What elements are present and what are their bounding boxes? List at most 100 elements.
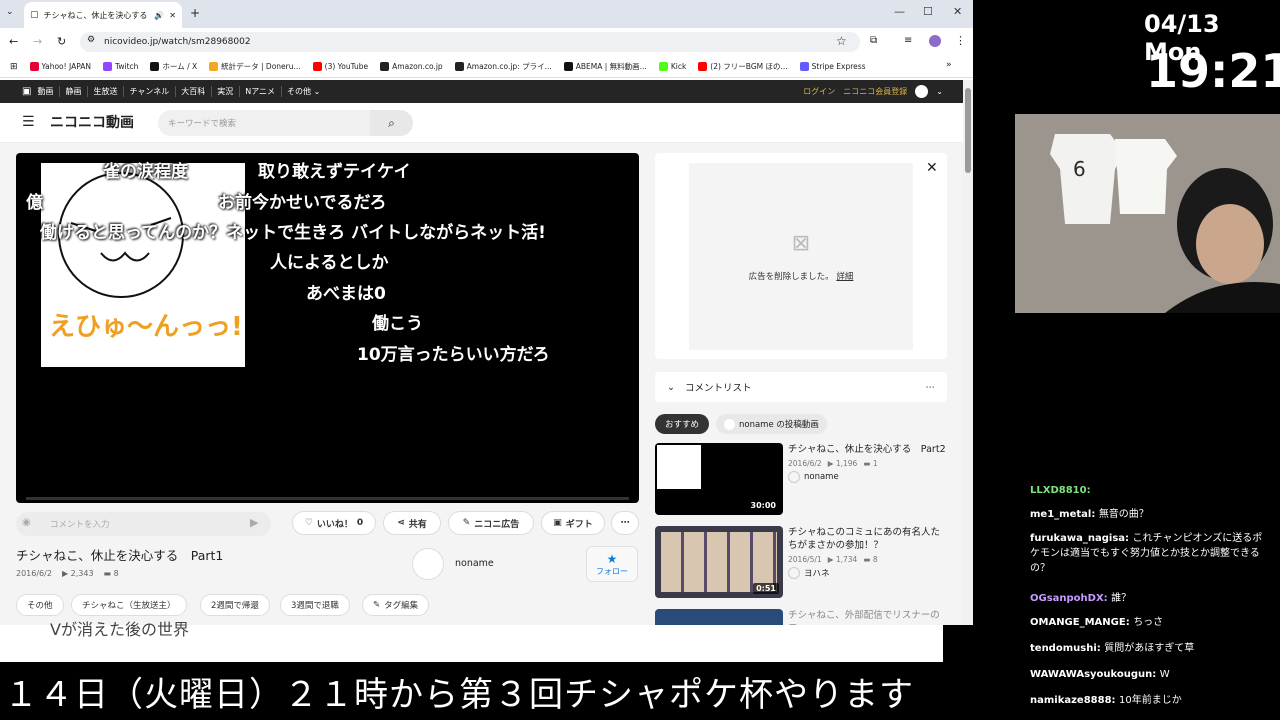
- send-comment-icon[interactable]: ▶: [250, 516, 258, 529]
- chat-text: 誰？: [1111, 593, 1132, 604]
- bookmarks-bar: ⊞ Yahoo! JAPAN Twitch ホーム / X 統計データ | Doner…: [0, 56, 973, 78]
- seek-bar[interactable]: [26, 497, 629, 500]
- chat-username[interactable]: OMANGE_MANGE:: [1030, 617, 1133, 628]
- more-icon[interactable]: ⋯: [926, 382, 948, 393]
- like-label: いいね！: [316, 519, 353, 530]
- ad-detail-link[interactable]: 詳細: [836, 272, 853, 282]
- tag[interactable]: チシャねこ（生放送主）: [71, 594, 187, 616]
- gift-button[interactable]: ▣ ギフト: [541, 511, 605, 535]
- related-thumbnail[interactable]: [655, 609, 783, 625]
- chat-username[interactable]: tendomushi:: [1030, 643, 1104, 654]
- bookmark-item[interactable]: Amazon.co.jp: [380, 61, 443, 72]
- palette-icon[interactable]: ◉: [22, 517, 31, 528]
- chevron-down-icon[interactable]: ⌄: [936, 87, 943, 96]
- chat-username[interactable]: me1_metal:: [1030, 509, 1099, 520]
- gift-label: ギフト: [565, 519, 593, 530]
- tag-edit-button[interactable]: ✎ タグ編集: [362, 594, 430, 616]
- comment-input[interactable]: コメントを入力: [16, 512, 271, 536]
- bookmark-item[interactable]: Twitch: [103, 61, 138, 72]
- browser-menu-icon[interactable]: ⋮: [955, 34, 966, 47]
- nico-logo[interactable]: ニコニコ動画: [50, 112, 134, 132]
- back-icon[interactable]: ←: [9, 35, 18, 48]
- hamburger-menu-icon[interactable]: ☰: [22, 114, 35, 130]
- apps-icon[interactable]: ⊞: [10, 62, 18, 72]
- bookmark-item[interactable]: Stripe Express: [799, 61, 866, 72]
- more-bookmarks-icon[interactable]: »: [946, 60, 952, 70]
- bookmark-star-icon[interactable]: ☆: [836, 34, 847, 48]
- nico-ad-button[interactable]: ✎ ニコニ広告: [448, 511, 534, 535]
- comment-list-header[interactable]: ⌄ コメントリスト ⋯: [655, 372, 947, 402]
- media-control-icon[interactable]: ≡: [904, 35, 912, 46]
- overlay-time: 19:21: [1146, 44, 1280, 98]
- site-info-icon[interactable]: ⚙: [87, 35, 95, 45]
- browser-tab[interactable]: ▢ チシャねこ、休止を決心する 🔊 ✕: [24, 2, 182, 28]
- bookmark-item[interactable]: Amazon.co.jp: プライ...: [454, 61, 552, 72]
- tab-owner-videos[interactable]: noname の投稿動画: [716, 414, 827, 434]
- nico-nav-item[interactable]: チャンネル: [123, 86, 169, 97]
- minimize-icon[interactable]: —: [894, 5, 905, 18]
- nico-nav-item[interactable]: 動画: [37, 86, 53, 97]
- tag[interactable]: その他: [16, 594, 64, 616]
- close-window-icon[interactable]: ✕: [953, 5, 962, 18]
- owner-avatar[interactable]: [412, 548, 444, 580]
- bookmark-item[interactable]: Yahoo! JAPAN: [29, 61, 91, 72]
- close-icon[interactable]: ✕: [926, 160, 938, 176]
- bookmark-item[interactable]: (3) YouTube: [312, 61, 369, 72]
- nico-topbar: ▣ 動画 静画 生放送 チャンネル 大百科 実況 Nアニメ その他 ⌄ ログイン ニコニコ会員…: [0, 80, 963, 103]
- related-user[interactable]: ヨハネ: [788, 567, 830, 579]
- bookmark-label: ホーム / X: [162, 62, 198, 71]
- profile-avatar[interactable]: [929, 35, 941, 47]
- view-count: ▶ 2,343: [62, 569, 94, 578]
- bookmark-label: Amazon.co.jp: [392, 62, 443, 71]
- nico-nav-item[interactable]: 大百科: [175, 86, 205, 97]
- url-input[interactable]: nicovideo.jp/watch/sm28968002: [80, 32, 860, 52]
- reload-icon[interactable]: ↻: [57, 35, 66, 48]
- bookmark-label: (3) YouTube: [324, 62, 369, 71]
- chat-username[interactable]: OGsanpohDX:: [1030, 593, 1111, 604]
- bookmark-favicon-icon: [150, 62, 160, 71]
- bookmark-item[interactable]: ホーム / X: [150, 61, 197, 72]
- related-thumbnail[interactable]: 30:00: [655, 443, 783, 515]
- nico-nav-item[interactable]: その他 ⌄: [281, 86, 320, 97]
- chat-username[interactable]: furukawa_nagisa:: [1030, 533, 1133, 544]
- bookmark-label: 統計データ | Doneru...: [221, 62, 301, 71]
- related-title[interactable]: チシャねこ、休止を決心する Part2: [788, 443, 948, 456]
- nico-nav-item[interactable]: 実況: [211, 86, 233, 97]
- audio-icon[interactable]: 🔊: [154, 11, 164, 20]
- bookmark-item[interactable]: ABEMA | 無料動画...: [563, 61, 647, 72]
- related-title[interactable]: チシャねこのコミュにあの有名人たちがまさかの参加！？: [788, 526, 948, 552]
- login-link[interactable]: ログイン: [803, 86, 835, 97]
- bookmark-item[interactable]: 統計データ | Doneru...: [209, 61, 301, 72]
- related-comments: 1: [872, 459, 878, 468]
- nico-nav-item[interactable]: Nアニメ: [239, 86, 275, 97]
- tab-close-icon[interactable]: ✕: [169, 11, 176, 20]
- maximize-icon[interactable]: ☐: [923, 5, 933, 18]
- nico-nav-item[interactable]: 静画: [59, 86, 81, 97]
- chat-username[interactable]: LLXD8810:: [1030, 485, 1091, 496]
- tag[interactable]: 3週間で退職: [280, 594, 350, 616]
- tag[interactable]: 2週間で帰還: [200, 594, 270, 616]
- follow-button[interactable]: ★ フォロー: [586, 546, 638, 582]
- tab-list-icon[interactable]: ⌄: [6, 7, 14, 17]
- more-options-button[interactable]: ⋯: [611, 511, 639, 535]
- like-button[interactable]: ♡ いいね！ 0: [292, 511, 376, 535]
- share-button[interactable]: ⋖ 共有: [383, 511, 441, 535]
- bookmark-item[interactable]: Kick: [658, 61, 686, 72]
- related-user[interactable]: noname: [788, 471, 839, 483]
- chat-username[interactable]: WAWAWAsyoukougun:: [1030, 669, 1160, 680]
- user-avatar[interactable]: [915, 85, 929, 98]
- register-link[interactable]: ニコニコ会員登録: [843, 86, 907, 97]
- bookmark-item[interactable]: (2) フリーBGM ほの...: [698, 61, 788, 72]
- nico-nav-item[interactable]: 生放送: [87, 86, 117, 97]
- related-title[interactable]: チシャねこ、外部配信でリスナーのコ: [788, 609, 948, 625]
- tab-recommended[interactable]: おすすめ: [655, 414, 710, 434]
- nico-home-icon[interactable]: ▣: [22, 86, 31, 97]
- related-thumbnail[interactable]: 0:51: [655, 526, 783, 598]
- owner-name[interactable]: noname: [455, 558, 494, 569]
- search-button[interactable]: ⌕: [370, 110, 413, 136]
- chat-username[interactable]: namikaze8888:: [1030, 695, 1119, 706]
- forward-icon[interactable]: →: [33, 35, 42, 48]
- new-tab-button[interactable]: +: [190, 6, 200, 20]
- extensions-icon[interactable]: ⧉: [870, 35, 877, 46]
- scrollbar-thumb[interactable]: [965, 88, 971, 173]
